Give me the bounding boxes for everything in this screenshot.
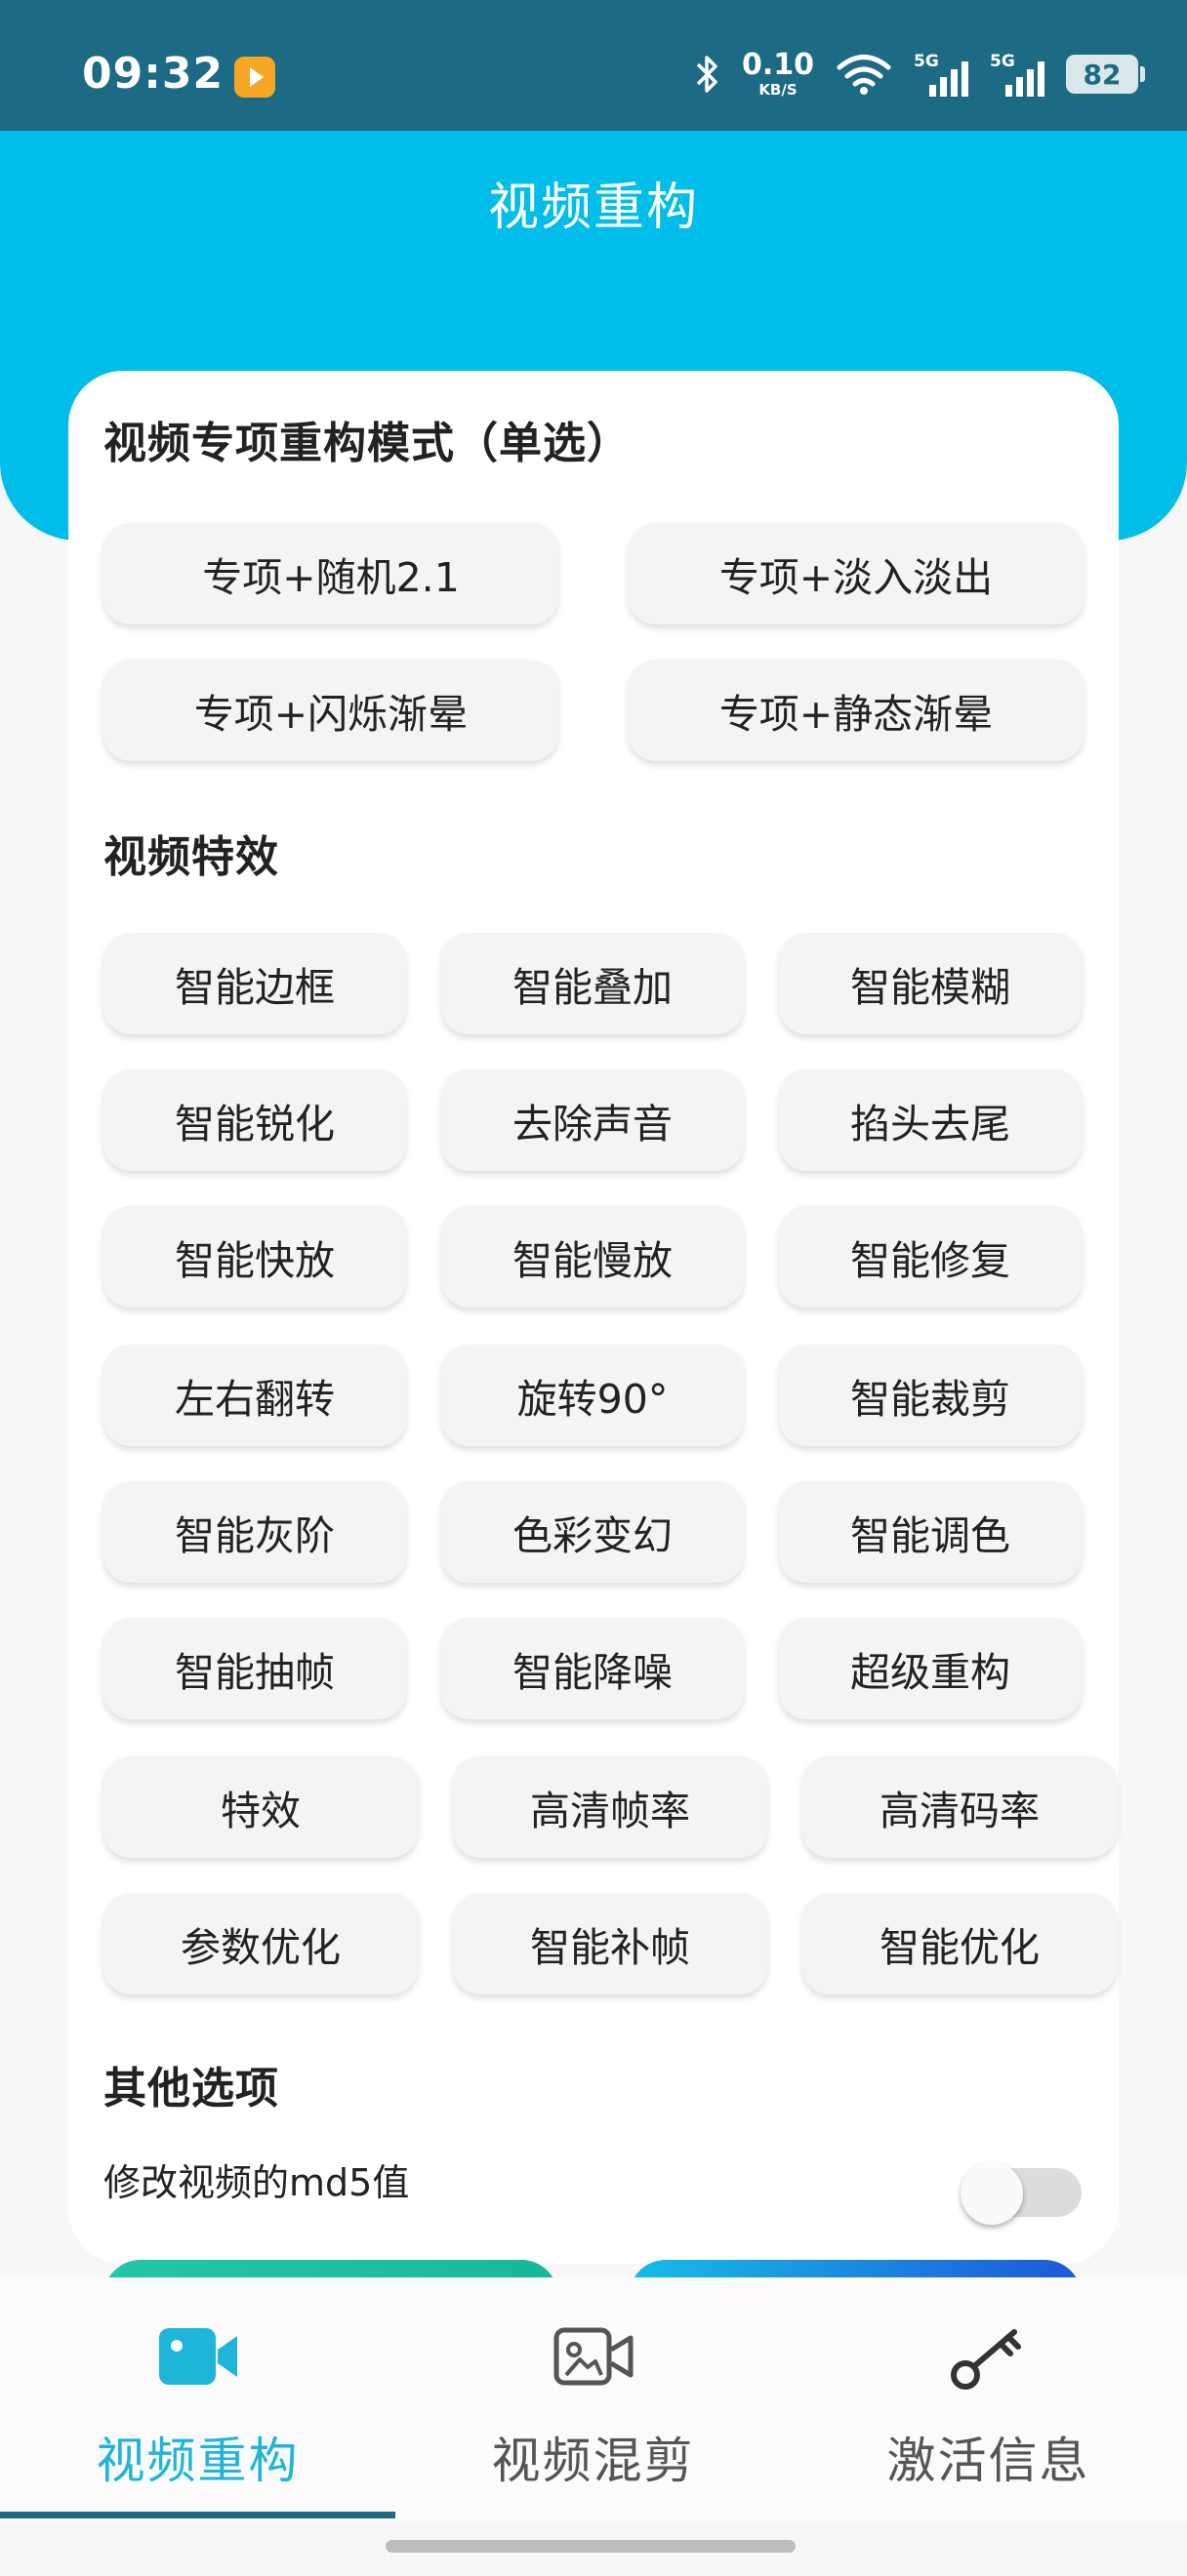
effect-button[interactable]: 智能叠加 (441, 933, 744, 1034)
bluetooth-icon (695, 54, 720, 95)
effect-button[interactable]: 高清码率 (802, 1756, 1117, 1858)
section-title-effects: 视频特效 (103, 832, 279, 882)
battery-icon: 82 (1066, 55, 1145, 94)
effect-button[interactable]: 色彩变幻 (441, 1481, 744, 1583)
page-title: 视频重构 (487, 179, 699, 237)
nav-label: 视频重构 (96, 2433, 300, 2489)
effect-button[interactable]: 超级重构 (779, 1618, 1082, 1719)
effect-button[interactable]: 智能裁剪 (779, 1345, 1082, 1446)
network-speed-unit: KB/S (758, 81, 798, 99)
effect-button[interactable]: 左右翻转 (103, 1345, 406, 1446)
video-edit-icon (553, 2324, 634, 2393)
section-title-other: 其他选项 (103, 2064, 279, 2113)
effect-button[interactable]: 智能修复 (779, 1206, 1082, 1308)
mode-option-fade[interactable]: 专项+淡入淡出 (629, 523, 1084, 624)
effect-button[interactable]: 高清帧率 (453, 1756, 767, 1858)
status-bar: 09:32 0.10 KB/S 5G 5G 82 (0, 0, 1187, 131)
nav-item-activation-info[interactable]: 激活信息 (791, 2277, 1186, 2521)
effect-button[interactable]: 去除声音 (441, 1069, 744, 1171)
effect-button[interactable]: 智能慢放 (441, 1206, 744, 1308)
effect-button[interactable]: 掐头去尾 (779, 1069, 1082, 1171)
video-camera-icon (157, 2324, 239, 2393)
effect-button[interactable]: 参数优化 (103, 1893, 418, 1994)
effect-button[interactable]: 智能灰阶 (103, 1481, 406, 1583)
status-icons: 0.10 KB/S 5G 5G 82 (695, 47, 1145, 101)
status-time: 09:32 (82, 49, 225, 99)
effect-button[interactable]: 智能模糊 (779, 933, 1082, 1034)
effect-button[interactable]: 智能调色 (779, 1481, 1082, 1583)
active-tab-indicator (0, 2512, 395, 2518)
network-speed-value: 0.10 (741, 48, 814, 82)
section-title-mode: 视频专项重构模式（单选） (103, 419, 631, 468)
mode-option-static-vignette[interactable]: 专项+静态渐晕 (629, 660, 1084, 761)
signal-icon-sim1: 5G (914, 52, 968, 97)
effect-button[interactable]: 智能补帧 (453, 1893, 767, 1994)
mode-option-random[interactable]: 专项+随机2.1 (103, 523, 558, 624)
mode-option-flicker-vignette[interactable]: 专项+闪烁渐晕 (103, 660, 558, 761)
effect-button[interactable]: 智能优化 (802, 1893, 1117, 1994)
nav-item-video-mix[interactable]: 视频混剪 (395, 2277, 791, 2521)
signal-icon-sim2: 5G (990, 52, 1044, 97)
effect-button[interactable]: 智能边框 (103, 933, 406, 1034)
effect-button[interactable]: 特效 (103, 1756, 418, 1858)
effect-button[interactable]: 智能抽帧 (103, 1618, 406, 1719)
effect-button[interactable]: 旋转90° (441, 1345, 744, 1446)
network-speed: 0.10 KB/S (742, 51, 814, 98)
toggle-knob (961, 2162, 1023, 2225)
effect-button[interactable]: 智能降噪 (441, 1618, 744, 1719)
nav-label: 视频混剪 (491, 2433, 695, 2489)
effect-button[interactable]: 智能快放 (103, 1206, 406, 1308)
nav-item-video-restructure[interactable]: 视频重构 (0, 2277, 395, 2521)
bottom-navigation: 视频重构 视频混剪 激活信息 (0, 2277, 1187, 2521)
effect-button[interactable]: 智能锐化 (103, 1069, 406, 1171)
gesture-bar[interactable] (386, 2540, 796, 2553)
md5-toggle[interactable] (961, 2162, 1082, 2225)
app-notification-icon (234, 57, 275, 98)
md5-option-label: 修改视频的md5值 (103, 2161, 410, 2204)
nav-label: 激活信息 (886, 2433, 1090, 2489)
key-icon (948, 2324, 1030, 2398)
wifi-icon (836, 53, 892, 96)
